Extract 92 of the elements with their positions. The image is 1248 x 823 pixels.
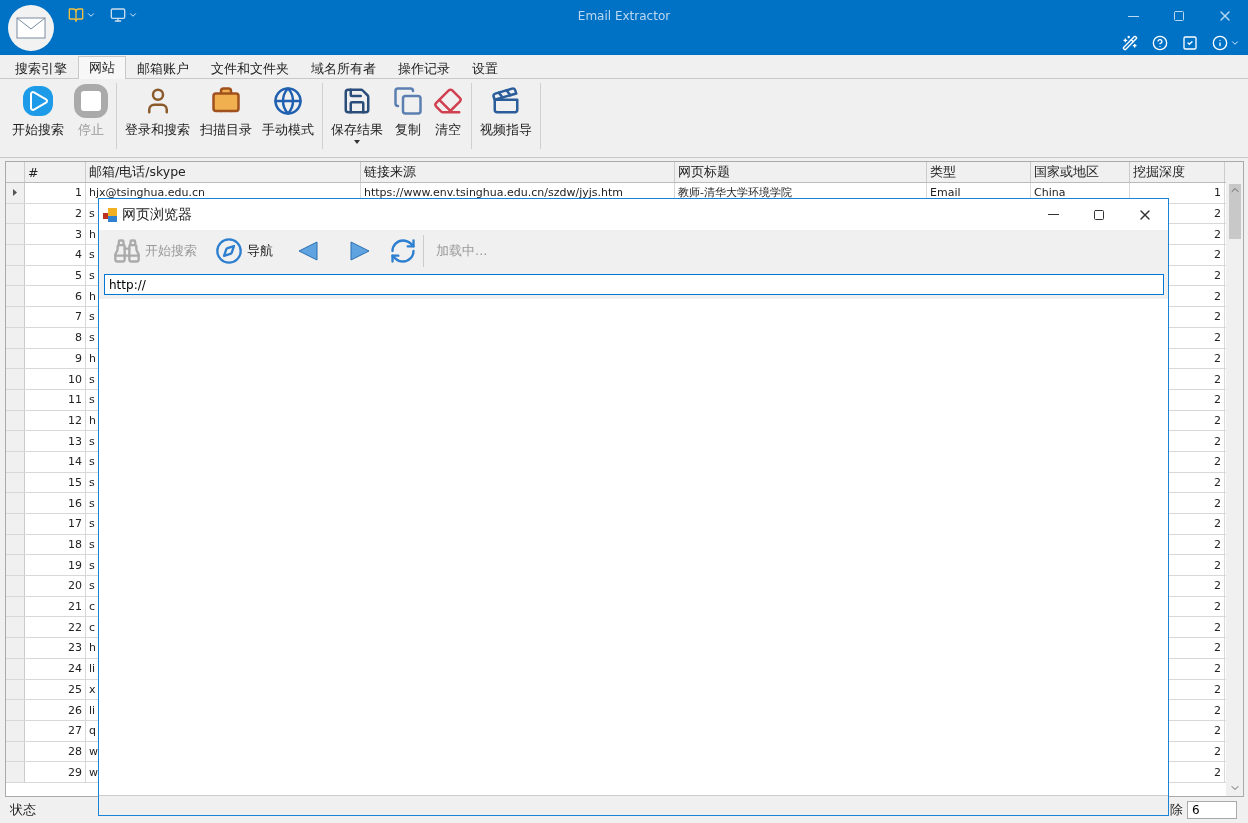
stop-icon (74, 84, 108, 118)
table-cell: 11 (25, 389, 86, 410)
copy-icon (393, 86, 423, 116)
save-icon (342, 86, 372, 116)
refresh-icon[interactable] (389, 237, 417, 265)
wand-icon[interactable] (1122, 35, 1138, 51)
table-cell: 25 (25, 679, 86, 700)
table-cell: 23 (25, 638, 86, 658)
ribbon-button[interactable]: 复制 (388, 83, 428, 149)
url-field[interactable]: http:// (104, 274, 1164, 295)
table-cell: 21 (25, 596, 86, 617)
table-cell: 17 (25, 514, 86, 534)
column-header[interactable]: 挖掘深度 (1130, 162, 1225, 182)
binoculars-icon (113, 237, 141, 265)
monitor-icon (110, 7, 126, 23)
table-cell: 20 (25, 576, 86, 596)
window-icon (103, 207, 117, 222)
number-field[interactable]: 6 (1187, 801, 1237, 819)
table-cell: 10 (25, 369, 86, 389)
forward-arrow-icon[interactable] (349, 240, 371, 262)
tab[interactable]: 文件和文件夹 (200, 58, 300, 79)
ribbon-button[interactable]: 登录和搜索 (120, 83, 195, 149)
table-cell: 29 (25, 762, 86, 782)
column-header[interactable]: 网页标题 (675, 162, 927, 182)
column-header[interactable]: # (25, 162, 86, 182)
tab[interactable]: 网站 (78, 56, 126, 79)
quick-access-button[interactable] (68, 7, 96, 23)
checkbox-icon[interactable] (1182, 35, 1198, 51)
table-cell: 12 (25, 410, 86, 431)
table-cell: 26 (25, 700, 86, 720)
info-icon[interactable] (1212, 35, 1228, 51)
tab[interactable]: 搜索引擎 (4, 58, 78, 79)
table-cell: 5 (25, 265, 86, 286)
caret-icon[interactable] (1230, 38, 1240, 48)
caret-icon (354, 140, 360, 144)
minimize-icon (1127, 15, 1139, 17)
current-row-marker-icon (13, 189, 17, 197)
column-header[interactable]: 国家或地区 (1031, 162, 1130, 182)
column-header[interactable]: 链接来源 (361, 162, 675, 182)
loading-status: 加载中... (435, 242, 489, 260)
quick-access-button[interactable] (110, 7, 138, 23)
ribbon-button[interactable]: 扫描目录 (195, 83, 257, 149)
play-icon (23, 86, 53, 116)
table-cell: 24 (25, 658, 86, 679)
caret-icon (128, 10, 138, 20)
table-cell: 14 (25, 451, 86, 472)
row-header[interactable] (6, 183, 25, 203)
globe-icon (273, 86, 303, 116)
table-cell: 28 (25, 741, 86, 762)
status-label: 状态 (10, 801, 36, 819)
table-cell: 1 (25, 183, 86, 203)
maximize-icon (1173, 10, 1185, 22)
compass-icon (215, 237, 243, 265)
ribbon-button[interactable]: 开始搜索 (7, 83, 69, 149)
table-cell: 3 (25, 224, 86, 245)
table-cell: 13 (25, 431, 86, 451)
table-cell: 18 (25, 534, 86, 555)
tab[interactable]: 邮箱账户 (126, 58, 200, 79)
table-cell: 19 (25, 555, 86, 576)
column-header[interactable]: 类型 (927, 162, 1031, 182)
tab[interactable]: 设置 (461, 58, 509, 79)
table-cell: 27 (25, 720, 86, 741)
ribbon-button[interactable]: 手动模式 (257, 83, 319, 149)
eraser-icon (433, 86, 463, 116)
minimize-icon (1047, 214, 1059, 215)
table-cell: 15 (25, 472, 86, 493)
clapperboard-icon (491, 86, 521, 116)
table-cell: 16 (25, 493, 86, 513)
app-logo (8, 5, 54, 51)
field-label: 除 (1170, 801, 1183, 819)
table-cell: 6 (25, 286, 86, 307)
table-cell: 8 (25, 327, 86, 348)
maximize-icon (1093, 208, 1105, 221)
table-cell: 2 (25, 203, 86, 224)
ribbon-button[interactable]: 清空 (428, 83, 468, 149)
ribbon-button[interactable]: 保存结果 (326, 83, 388, 149)
caret-icon (86, 10, 96, 20)
back-arrow-icon[interactable] (297, 240, 319, 262)
vertical-scrollbar[interactable] (1226, 162, 1243, 796)
tab[interactable]: 域名所有者 (300, 58, 387, 79)
table-cell: 22 (25, 617, 86, 638)
book-icon (68, 7, 84, 23)
column-header[interactable]: 邮箱/电话/skype (86, 162, 361, 182)
scroll-thumb[interactable] (1228, 184, 1241, 239)
table-cell: 7 (25, 307, 86, 327)
table-cell: 9 (25, 348, 86, 369)
dialog-title: 网页浏览器 (122, 205, 192, 224)
tab[interactable]: 操作记录 (387, 58, 461, 79)
ribbon-button[interactable]: 视频指导 (475, 83, 537, 149)
table-cell: 4 (25, 245, 86, 265)
help-icon[interactable] (1152, 35, 1168, 51)
window-title: Email Extractor (577, 9, 671, 23)
